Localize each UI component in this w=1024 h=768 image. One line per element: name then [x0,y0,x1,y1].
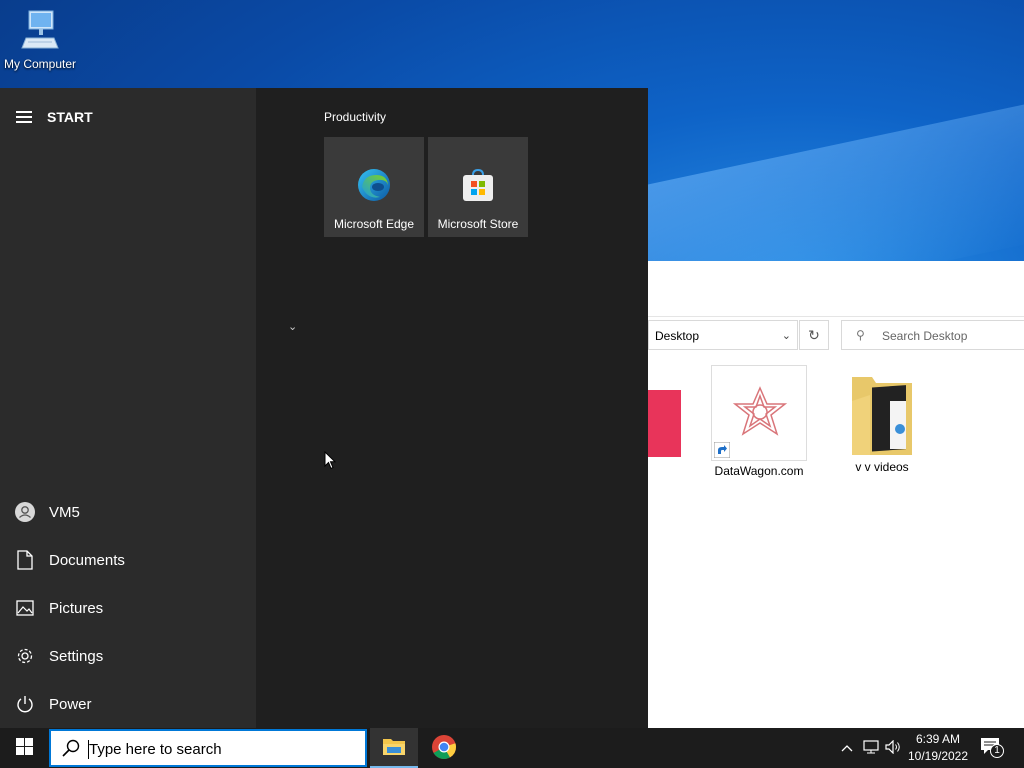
chevron-up-icon[interactable] [838,741,856,755]
taskbar-app-chrome[interactable] [420,728,468,768]
address-text: Desktop [655,329,700,343]
start-nav-power[interactable]: Power [0,680,256,728]
clock-time: 6:39 AM [915,732,961,746]
notification-icon: 1 [980,737,1004,759]
system-tray [838,728,904,768]
start-nav-label: Documents [49,551,125,569]
refresh-icon: ↻ [808,327,820,343]
address-bar[interactable]: Desktop ⌄ [648,320,798,350]
search-icon [61,738,81,761]
computer-icon [20,10,60,55]
tile-microsoft-store[interactable]: Microsoft Store [428,137,528,237]
edge-icon [356,167,392,203]
start-menu-header[interactable]: START [16,108,93,126]
tile-group-title: Productivity [324,110,387,124]
partial-file-thumbnail[interactable] [648,390,681,457]
windows-logo-icon [15,738,33,758]
explorer-search-input[interactable]: ⚲ Search Desktop [841,320,1024,350]
notification-badge: 1 [990,744,1004,758]
store-icon [460,167,496,203]
user-avatar-icon [15,502,35,522]
taskbar-clock[interactable]: 6:39 AM 10/19/2022 [904,731,972,765]
tile-microsoft-edge[interactable]: Microsoft Edge [324,137,424,237]
document-icon [15,550,35,570]
volume-icon[interactable] [882,739,904,757]
tile-label: Microsoft Edge [333,217,415,231]
start-nav-pictures[interactable]: Pictures [0,584,256,632]
tile-label: Microsoft Store [437,217,519,231]
explorer-ribbon [648,261,1024,317]
refresh-button[interactable]: ↻ [799,320,829,350]
mouse-cursor-icon [324,450,337,473]
chrome-icon [431,734,457,763]
start-nav-user[interactable]: VM5 [0,488,256,536]
chevron-down-icon[interactable]: ⌄ [782,329,791,342]
network-icon[interactable] [860,739,882,757]
chevron-down-icon[interactable]: ⌄ [288,320,297,333]
gear-icon [15,646,35,666]
clock-date: 10/19/2022 [907,749,969,763]
taskbar-search-placeholder: Type here to search [89,741,222,758]
file-explorer-icon [382,736,406,759]
desktop-icon-my-computer[interactable]: My Computer [2,8,78,71]
pictures-icon [15,598,35,618]
start-button[interactable] [0,728,48,768]
start-nav-documents[interactable]: Documents [0,536,256,584]
power-icon [15,694,35,714]
start-nav-label: Power [49,695,92,713]
start-nav-settings[interactable]: Settings [0,632,256,680]
desktop-icon-label: My Computer [3,57,77,71]
file-label: DataWagon.com [714,464,804,478]
file-label: v v videos [855,460,909,474]
taskbar: Type here to search 6:39 AM 10/19/2022 1 [0,728,1024,768]
shortcut-icon [711,365,807,461]
action-center-button[interactable]: 1 [980,737,1004,759]
start-nav-label: Settings [49,647,104,665]
start-menu-sidebar: START VM5 Documents Pictures Settings Po… [0,88,256,728]
folder-icon [834,369,930,461]
search-icon: ⚲ [856,328,865,342]
taskbar-app-file-explorer[interactable] [370,728,418,768]
start-nav-label: VM5 [49,503,80,521]
start-menu-title: START [47,109,93,125]
hamburger-menu-icon[interactable] [16,108,32,126]
start-menu: START VM5 Documents Pictures Settings Po… [0,88,648,728]
start-nav-label: Pictures [49,599,104,617]
file-item-datawagon[interactable]: DataWagon.com [711,365,807,478]
file-item-v-v-videos[interactable]: v v videos [834,369,930,474]
taskbar-search-input[interactable]: Type here to search [49,729,367,767]
file-explorer-window: Desktop ⌄ ↻ ⚲ Search Desktop DataWagon.c… [648,261,1024,728]
explorer-search-placeholder: Search Desktop [882,329,968,343]
